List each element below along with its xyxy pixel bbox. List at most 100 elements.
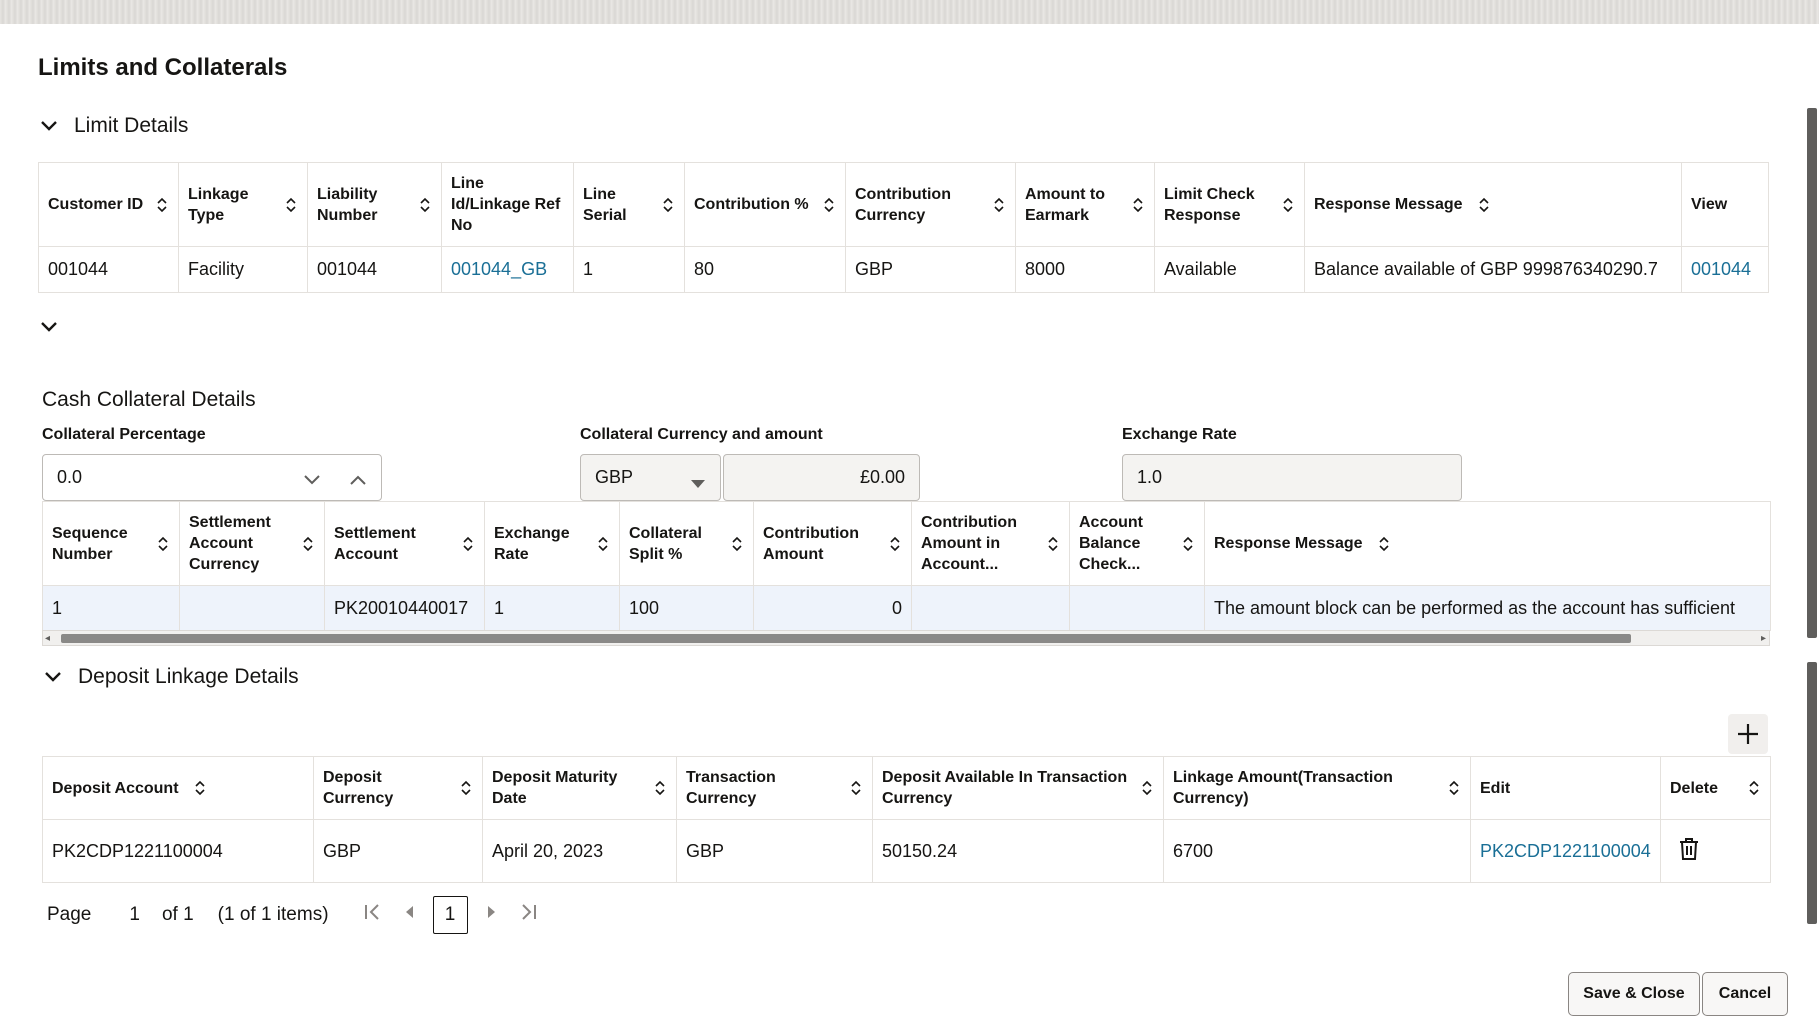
save-close-button[interactable]: Save & Close (1568, 972, 1700, 1016)
chevron-down-icon[interactable] (303, 470, 321, 491)
col-transaction-currency[interactable]: Transaction Currency (676, 756, 873, 820)
cell-deposit-available: 50150.24 (872, 819, 1164, 883)
col-settlement-account[interactable]: Settlement Account (324, 501, 485, 586)
col-contribution-pct[interactable]: Contribution % (684, 162, 846, 247)
sort-icon[interactable] (459, 778, 473, 798)
col-response-message[interactable]: Response Message (1304, 162, 1682, 247)
col-line-id[interactable]: Line Id/Linkage Ref No (441, 162, 574, 247)
sort-icon[interactable] (155, 195, 169, 215)
trash-icon[interactable] (1678, 837, 1700, 861)
sort-icon[interactable] (849, 778, 863, 798)
current-page-button[interactable]: 1 (432, 896, 468, 934)
scroll-left-icon[interactable]: ◂ (45, 633, 50, 644)
col-account-balance-check[interactable]: Account Balance Check... (1069, 501, 1205, 586)
table-row[interactable]: 1 PK20010440017 1 100 0 The amount block… (42, 585, 1771, 631)
horizontal-scrollbar[interactable]: ◂ ▸ (42, 630, 1770, 646)
col-settlement-account-currency[interactable]: Settlement Account Currency (179, 501, 325, 586)
sort-icon[interactable] (193, 778, 207, 798)
vertical-scrollbar-lower[interactable] (1807, 662, 1817, 924)
col-customer-id[interactable]: Customer ID (38, 162, 179, 247)
sort-icon[interactable] (461, 534, 475, 554)
sort-icon[interactable] (1140, 778, 1154, 798)
sort-icon[interactable] (1377, 534, 1391, 554)
col-response-message[interactable]: Response Message (1204, 501, 1771, 586)
col-linkage-type[interactable]: Linkage Type (178, 162, 308, 247)
limit-details-title: Limit Details (74, 114, 189, 137)
collateral-amount-value: £0.00 (859, 467, 905, 487)
sort-icon[interactable] (888, 534, 902, 554)
sort-icon[interactable] (1131, 195, 1145, 215)
chevron-up-icon[interactable] (349, 470, 367, 491)
line-id-link[interactable]: 001044_GB (441, 246, 574, 293)
chevron-down-icon[interactable] (38, 316, 60, 338)
col-deposit-currency[interactable]: Deposit Currency (313, 756, 483, 820)
cell-contribution-pct: 80 (684, 246, 846, 293)
cell-contribution-amount-in-account (911, 585, 1070, 631)
sort-icon[interactable] (284, 195, 298, 215)
col-linkage-amount[interactable]: Linkage Amount(Transaction Currency) (1163, 756, 1471, 820)
sort-icon[interactable] (301, 534, 315, 554)
exchange-rate-value: 1.0 (1137, 467, 1163, 487)
vertical-scrollbar-upper[interactable] (1807, 108, 1817, 638)
sort-icon[interactable] (653, 778, 667, 798)
cell-account-balance-check (1069, 585, 1205, 631)
sort-icon[interactable] (730, 534, 744, 554)
deposit-linkage-header[interactable]: Deposit Linkage Details (42, 665, 299, 689)
exchange-rate-field[interactable]: 1.0 (1122, 454, 1462, 501)
collateral-percentage-label: Collateral Percentage (42, 426, 206, 443)
col-exchange-rate[interactable]: Exchange Rate (484, 501, 620, 586)
col-delete[interactable]: Delete (1660, 756, 1771, 820)
cell-deposit-currency: GBP (313, 819, 483, 883)
sort-icon[interactable] (1046, 534, 1060, 554)
prev-page-icon[interactable] (403, 903, 415, 927)
sort-icon[interactable] (822, 195, 836, 215)
col-limit-check-response[interactable]: Limit Check Response (1154, 162, 1305, 247)
col-contribution-amount[interactable]: Contribution Amount (753, 501, 912, 586)
first-page-icon[interactable] (363, 903, 381, 927)
last-page-icon[interactable] (520, 903, 538, 927)
cell-liability-number: 001044 (307, 246, 442, 293)
limit-header-row: Customer ID Linkage Type Liability Numbe… (38, 162, 1769, 247)
limit-details-header[interactable]: Limit Details (38, 114, 188, 138)
cell-linkage-type: Facility (178, 246, 308, 293)
cell-contribution-currency: GBP (845, 246, 1016, 293)
currency-value: GBP (595, 467, 634, 487)
cell-linkage-amount: 6700 (1163, 819, 1471, 883)
sort-icon[interactable] (596, 534, 610, 554)
col-contribution-amount-in-account[interactable]: Contribution Amount in Account... (911, 501, 1070, 586)
sort-icon[interactable] (1447, 778, 1461, 798)
sort-icon[interactable] (1477, 195, 1491, 215)
sort-icon[interactable] (1181, 534, 1195, 554)
col-edit: Edit (1470, 756, 1661, 820)
col-sequence-number[interactable]: Sequence Number (42, 501, 180, 586)
col-liability-number[interactable]: Liability Number (307, 162, 442, 247)
sort-icon[interactable] (156, 534, 170, 554)
sort-icon[interactable] (992, 195, 1006, 215)
collateral-amount-field[interactable]: £0.00 (723, 454, 920, 501)
currency-select[interactable]: GBP (580, 454, 721, 501)
edit-link[interactable]: PK2CDP1221100004 (1470, 819, 1661, 883)
cancel-button[interactable]: Cancel (1702, 972, 1788, 1016)
collateral-header-row: Sequence Number Settlement Account Curre… (42, 501, 1771, 586)
col-line-serial[interactable]: Line Serial (573, 162, 685, 247)
cell-exchange-rate: 1 (484, 585, 620, 631)
page-input[interactable]: 1 (129, 904, 140, 926)
col-amount-to-earmark[interactable]: Amount to Earmark (1015, 162, 1155, 247)
sort-icon[interactable] (418, 195, 432, 215)
col-deposit-maturity-date[interactable]: Deposit Maturity Date (482, 756, 677, 820)
sort-icon[interactable] (1747, 778, 1761, 798)
collateral-percentage-field[interactable]: 0.0 (42, 454, 382, 501)
next-page-icon[interactable] (486, 903, 498, 927)
horizontal-scrollbar-thumb[interactable] (61, 634, 1631, 643)
view-link[interactable]: 001044 (1681, 246, 1769, 293)
cell-sequence-number: 1 (42, 585, 180, 631)
sort-icon[interactable] (661, 195, 675, 215)
sort-icon[interactable] (1281, 195, 1295, 215)
col-collateral-split[interactable]: Collateral Split % (619, 501, 754, 586)
scroll-right-icon[interactable]: ▸ (1761, 633, 1766, 644)
cell-amount-to-earmark: 8000 (1015, 246, 1155, 293)
add-deposit-button[interactable] (1728, 714, 1768, 754)
col-deposit-account[interactable]: Deposit Account (42, 756, 314, 820)
col-deposit-available[interactable]: Deposit Available In Transaction Currenc… (872, 756, 1164, 820)
col-contribution-currency[interactable]: Contribution Currency (845, 162, 1016, 247)
